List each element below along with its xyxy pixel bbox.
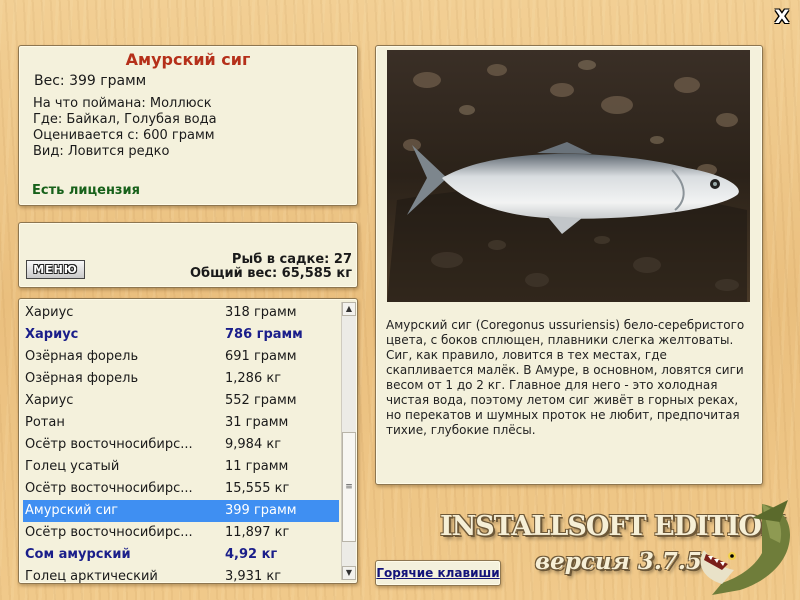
catch-list-row[interactable]: Амурский сиг 399 грамм (23, 500, 339, 522)
catch-list-row[interactable]: Сом амурский 4,92 кг (23, 544, 339, 566)
scroll-up-arrow-icon[interactable]: ▲ (342, 302, 356, 316)
fish-weight: Вес: 399 грамм (34, 73, 147, 89)
catch-fish-weight: 691 грамм (225, 349, 297, 364)
rarity-info: Вид: Ловится редко (33, 144, 170, 159)
fish-photo-panel: Амурский сиг (Coregonus ussuriensis) бел… (375, 45, 763, 485)
catch-fish-name: Ротан (25, 415, 65, 430)
catch-fish-name: Сом амурский (25, 547, 131, 562)
catch-fish-name: Озёрная форель (25, 371, 139, 386)
catch-fish-name: Голец арктический (25, 569, 158, 584)
catch-fish-name: Хариус (25, 393, 74, 408)
catch-list-row[interactable]: Хариус 786 грамм (23, 324, 339, 346)
catch-fish-weight: 318 грамм (225, 305, 297, 320)
catch-fish-name: Осётр восточносибирс... (25, 437, 193, 452)
value-info: Оценивается с: 600 грамм (33, 128, 215, 143)
pike-fish-icon (700, 500, 791, 595)
catch-fish-weight: 3,931 кг (225, 569, 282, 584)
menu-button[interactable]: МЕНЮ (26, 260, 85, 279)
catch-list-row[interactable]: Осётр восточносибирс... 15,555 кг (23, 478, 339, 500)
hotkeys-button[interactable]: Горячие клавиши (375, 560, 501, 586)
catch-list-row[interactable]: Озёрная форель 1,286 кг (23, 368, 339, 390)
catch-fish-name: Осётр восточносибирс... (25, 481, 193, 496)
catch-list-row[interactable]: Голец усатый 11 грамм (23, 456, 339, 478)
fish-count: Рыб в садке: 27 (231, 252, 352, 267)
catch-list-row[interactable]: Голец арктический 3,931 кг (23, 566, 339, 584)
close-button[interactable]: X (772, 7, 792, 27)
catch-fish-name: Голец усатый (25, 459, 120, 474)
catch-list-row[interactable]: Озёрная форель 691 грамм (23, 346, 339, 368)
brand-version: версия 3.7.5 (535, 548, 702, 575)
catch-fish-weight: 11 грамм (225, 459, 289, 474)
location-info: Где: Байкал, Голубая вода (33, 112, 217, 127)
catch-fish-name: Амурский сиг (25, 503, 119, 518)
catch-fish-weight: 552 грамм (225, 393, 297, 408)
catch-list-row[interactable]: Ротан 31 грамм (23, 412, 339, 434)
list-scrollbar[interactable]: ▲ ≡ ▼ (341, 302, 356, 580)
catch-fish-name: Хариус (25, 327, 79, 342)
catch-fish-name: Хариус (25, 305, 74, 320)
catch-list-row[interactable]: Хариус 318 грамм (23, 302, 339, 324)
fish-photo (387, 50, 750, 302)
catch-list-panel: Хариус 318 грамм Хариус 786 грамм Озёрная фо… (18, 298, 358, 584)
fish-info-panel: Амурский сиг Вес: 399 грамм На что пойма… (18, 45, 358, 206)
catch-fish-weight: 15,555 кг (225, 481, 290, 496)
catch-list[interactable]: Хариус 318 грамм Хариус 786 грамм Озёрная фо… (23, 302, 339, 584)
fish-title: Амурский сиг (125, 50, 251, 69)
total-weight: Общий вес: 65,585 кг (189, 266, 352, 281)
catch-list-row[interactable]: Осётр восточносибирс... 11,897 кг (23, 522, 339, 544)
catch-fish-weight: 399 грамм (225, 503, 297, 518)
bait-info: На что поймана: Моллюск (33, 96, 212, 111)
catch-fish-name: Озёрная форель (25, 349, 139, 364)
license-status: Есть лицензия (32, 183, 140, 198)
catch-fish-weight: 9,984 кг (225, 437, 282, 452)
catch-fish-weight: 31 грамм (225, 415, 289, 430)
catch-fish-name: Осётр восточносибирс... (25, 525, 193, 540)
catch-fish-weight: 11,897 кг (225, 525, 290, 540)
scroll-thumb[interactable]: ≡ (342, 432, 356, 542)
stats-panel: МЕНЮ Рыб в садке: 27 Общий вес: 65,585 к… (18, 222, 358, 288)
scroll-down-arrow-icon[interactable]: ▼ (342, 566, 356, 580)
catch-fish-weight: 1,286 кг (225, 371, 282, 386)
catch-fish-weight: 786 грамм (225, 327, 303, 342)
catch-fish-weight: 4,92 кг (225, 547, 278, 562)
catch-list-row[interactable]: Осётр восточносибирс... 9,984 кг (23, 434, 339, 456)
fish-description: Амурский сиг (Coregonus ussuriensis) бел… (386, 318, 745, 437)
catch-list-row[interactable]: Хариус 552 грамм (23, 390, 339, 412)
